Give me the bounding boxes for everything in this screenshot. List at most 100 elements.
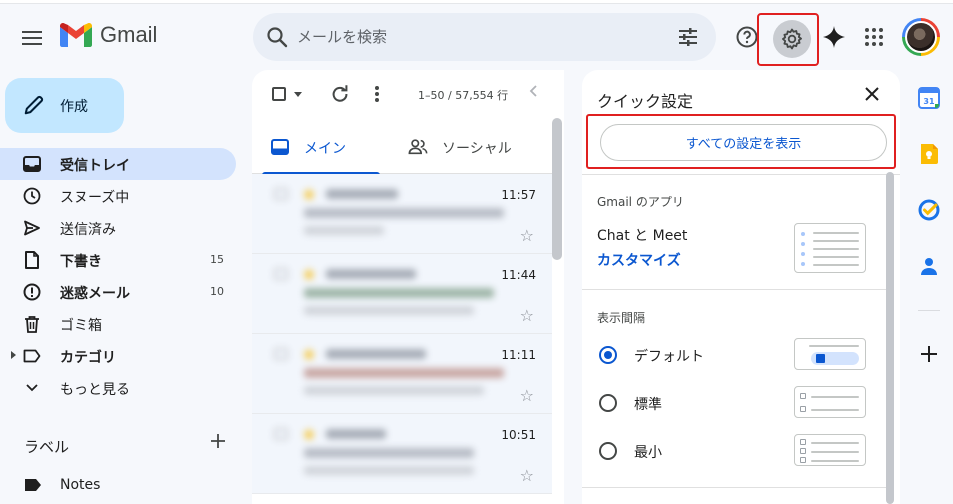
email-rows: 11:57 ☆ 11:44 ☆ 11:11 ☆ 10:51 ☆ bbox=[252, 174, 552, 494]
email-row[interactable]: 11:44 ☆ bbox=[252, 254, 552, 334]
customize-link[interactable]: カスタマイズ bbox=[597, 250, 681, 270]
list-toolbar: 1–50 / 57,554 行 bbox=[252, 70, 564, 118]
google-apps-button[interactable] bbox=[861, 24, 887, 50]
chat-meet-label: Chat と Meet bbox=[597, 228, 688, 244]
divider bbox=[582, 289, 888, 290]
tab-social[interactable]: ソーシャル bbox=[402, 122, 552, 174]
chevron-left-icon[interactable] bbox=[529, 84, 539, 102]
density-comfortable-thumbnail[interactable] bbox=[794, 386, 866, 418]
sidebar-item-more[interactable]: もっと見る bbox=[0, 372, 240, 404]
search-bar[interactable] bbox=[253, 13, 716, 61]
density-default-thumbnail[interactable] bbox=[794, 338, 866, 370]
avatar-photo bbox=[905, 21, 937, 53]
density-radio-comfortable[interactable] bbox=[599, 394, 617, 412]
sidebar-item-inbox[interactable]: 受信トレイ bbox=[0, 148, 236, 180]
blurred-email-content bbox=[274, 264, 514, 322]
sidebar-item-label: 迷惑メール bbox=[60, 286, 130, 302]
sidebar-item-label: 下書き bbox=[60, 254, 102, 270]
quick-settings-panel: クイック設定 すべての設定を表示 Gmail のアプリ Chat と Meet … bbox=[582, 70, 900, 504]
gemini-button[interactable] bbox=[821, 24, 847, 50]
window-top-edge bbox=[0, 0, 953, 4]
sidebar-label-notes[interactable]: Notes bbox=[0, 472, 240, 500]
chevron-down-icon bbox=[22, 378, 42, 398]
email-time: 11:44 bbox=[501, 268, 536, 282]
refresh-icon[interactable] bbox=[329, 83, 351, 105]
sidebar-item-sent[interactable]: 送信済み bbox=[0, 212, 240, 244]
sidebar-item-label: カテゴリ bbox=[60, 350, 116, 366]
svg-text:31: 31 bbox=[923, 97, 935, 106]
density-radio-default[interactable] bbox=[599, 346, 617, 364]
density-radio-compact[interactable] bbox=[599, 442, 617, 460]
sidebar-item-drafts[interactable]: 下書き 15 bbox=[0, 244, 240, 276]
blurred-email-content bbox=[274, 184, 514, 242]
tasks-icon[interactable] bbox=[917, 198, 941, 222]
hamburger-icon bbox=[22, 31, 42, 45]
add-addon-icon[interactable] bbox=[917, 342, 941, 366]
sidebar-item-label: ゴミ箱 bbox=[60, 318, 102, 334]
tab-label: ソーシャル bbox=[442, 141, 512, 157]
sidebar-item-spam[interactable]: 迷惑メール 10 bbox=[0, 276, 240, 308]
email-time: 10:51 bbox=[501, 428, 536, 442]
sidebar-item-label: 送信済み bbox=[60, 222, 116, 238]
sidebar-item-label: スヌーズ中 bbox=[60, 190, 130, 206]
quick-settings-scroll-area: Gmail のアプリ Chat と Meet カスタマイズ 表示間隔 デフォルト… bbox=[582, 175, 888, 504]
tab-label: メイン bbox=[304, 141, 346, 157]
show-all-settings-button[interactable]: すべての設定を表示 bbox=[600, 124, 887, 161]
rail-divider bbox=[918, 310, 940, 311]
label-name: Notes bbox=[60, 477, 101, 493]
plus-icon bbox=[211, 434, 225, 448]
category-tabs: メイン ソーシャル bbox=[252, 122, 552, 175]
sidebar-nav: 受信トレイ スヌーズ中 送信済み 下書き 15 迷惑メール 10 ゴミ箱 カテゴ… bbox=[0, 148, 240, 404]
select-options-dropdown[interactable] bbox=[294, 92, 302, 97]
add-label-button[interactable] bbox=[208, 433, 228, 453]
sidebar-item-count: 15 bbox=[210, 253, 224, 266]
settings-button[interactable] bbox=[773, 20, 811, 58]
search-input[interactable] bbox=[297, 23, 657, 51]
inbox-icon bbox=[22, 154, 42, 174]
app-name: Gmail bbox=[100, 22, 158, 47]
sidebar-item-categories[interactable]: カテゴリ bbox=[0, 340, 240, 372]
sidebar-item-count: 10 bbox=[210, 285, 224, 298]
chat-meet-preview-thumbnail[interactable] bbox=[794, 223, 866, 273]
compose-button[interactable]: 作成 bbox=[5, 78, 124, 133]
email-row[interactable]: 10:51 ☆ bbox=[252, 414, 552, 494]
select-all-checkbox[interactable] bbox=[272, 87, 286, 101]
send-icon bbox=[22, 218, 42, 238]
sidebar-item-snoozed[interactable]: スヌーズ中 bbox=[0, 180, 240, 212]
density-section-title: 表示間隔 bbox=[597, 311, 646, 325]
star-icon[interactable]: ☆ bbox=[520, 226, 534, 245]
inbox-tab-icon bbox=[271, 139, 289, 155]
sidebar-item-trash[interactable]: ゴミ箱 bbox=[0, 308, 240, 340]
search-icon[interactable] bbox=[265, 25, 289, 49]
close-icon[interactable] bbox=[862, 84, 882, 104]
contacts-icon[interactable] bbox=[917, 254, 941, 278]
main-menu-button[interactable] bbox=[18, 24, 46, 52]
density-label-comfortable: 標準 bbox=[634, 397, 662, 413]
email-row[interactable]: 11:11 ☆ bbox=[252, 334, 552, 414]
sidebar-item-label: 受信トレイ bbox=[60, 158, 130, 174]
divider bbox=[582, 487, 888, 488]
star-icon[interactable]: ☆ bbox=[520, 306, 534, 325]
help-icon bbox=[736, 26, 758, 48]
trash-icon bbox=[22, 314, 42, 334]
calendar-icon[interactable]: 31 bbox=[917, 86, 941, 110]
spam-icon bbox=[22, 282, 42, 302]
keep-icon[interactable] bbox=[917, 142, 941, 166]
email-row[interactable]: 11:57 ☆ bbox=[252, 174, 552, 254]
density-label-default: デフォルト bbox=[634, 349, 704, 365]
star-icon[interactable]: ☆ bbox=[520, 386, 534, 405]
density-compact-thumbnail[interactable] bbox=[794, 434, 866, 466]
expand-caret-icon[interactable] bbox=[11, 351, 16, 359]
gear-icon bbox=[782, 28, 802, 50]
tab-primary[interactable]: メイン bbox=[252, 122, 380, 175]
email-list-scrollbar[interactable] bbox=[552, 118, 562, 260]
account-avatar[interactable] bbox=[902, 18, 940, 56]
quick-settings-scrollbar[interactable] bbox=[886, 172, 894, 504]
draft-icon bbox=[22, 250, 42, 270]
gmail-logo[interactable]: Gmail bbox=[60, 22, 157, 48]
apps-grid-icon bbox=[865, 28, 883, 46]
pencil-icon bbox=[24, 95, 44, 115]
more-vert-icon[interactable] bbox=[370, 83, 384, 105]
star-icon[interactable]: ☆ bbox=[520, 466, 534, 485]
search-options-icon[interactable] bbox=[676, 25, 700, 49]
